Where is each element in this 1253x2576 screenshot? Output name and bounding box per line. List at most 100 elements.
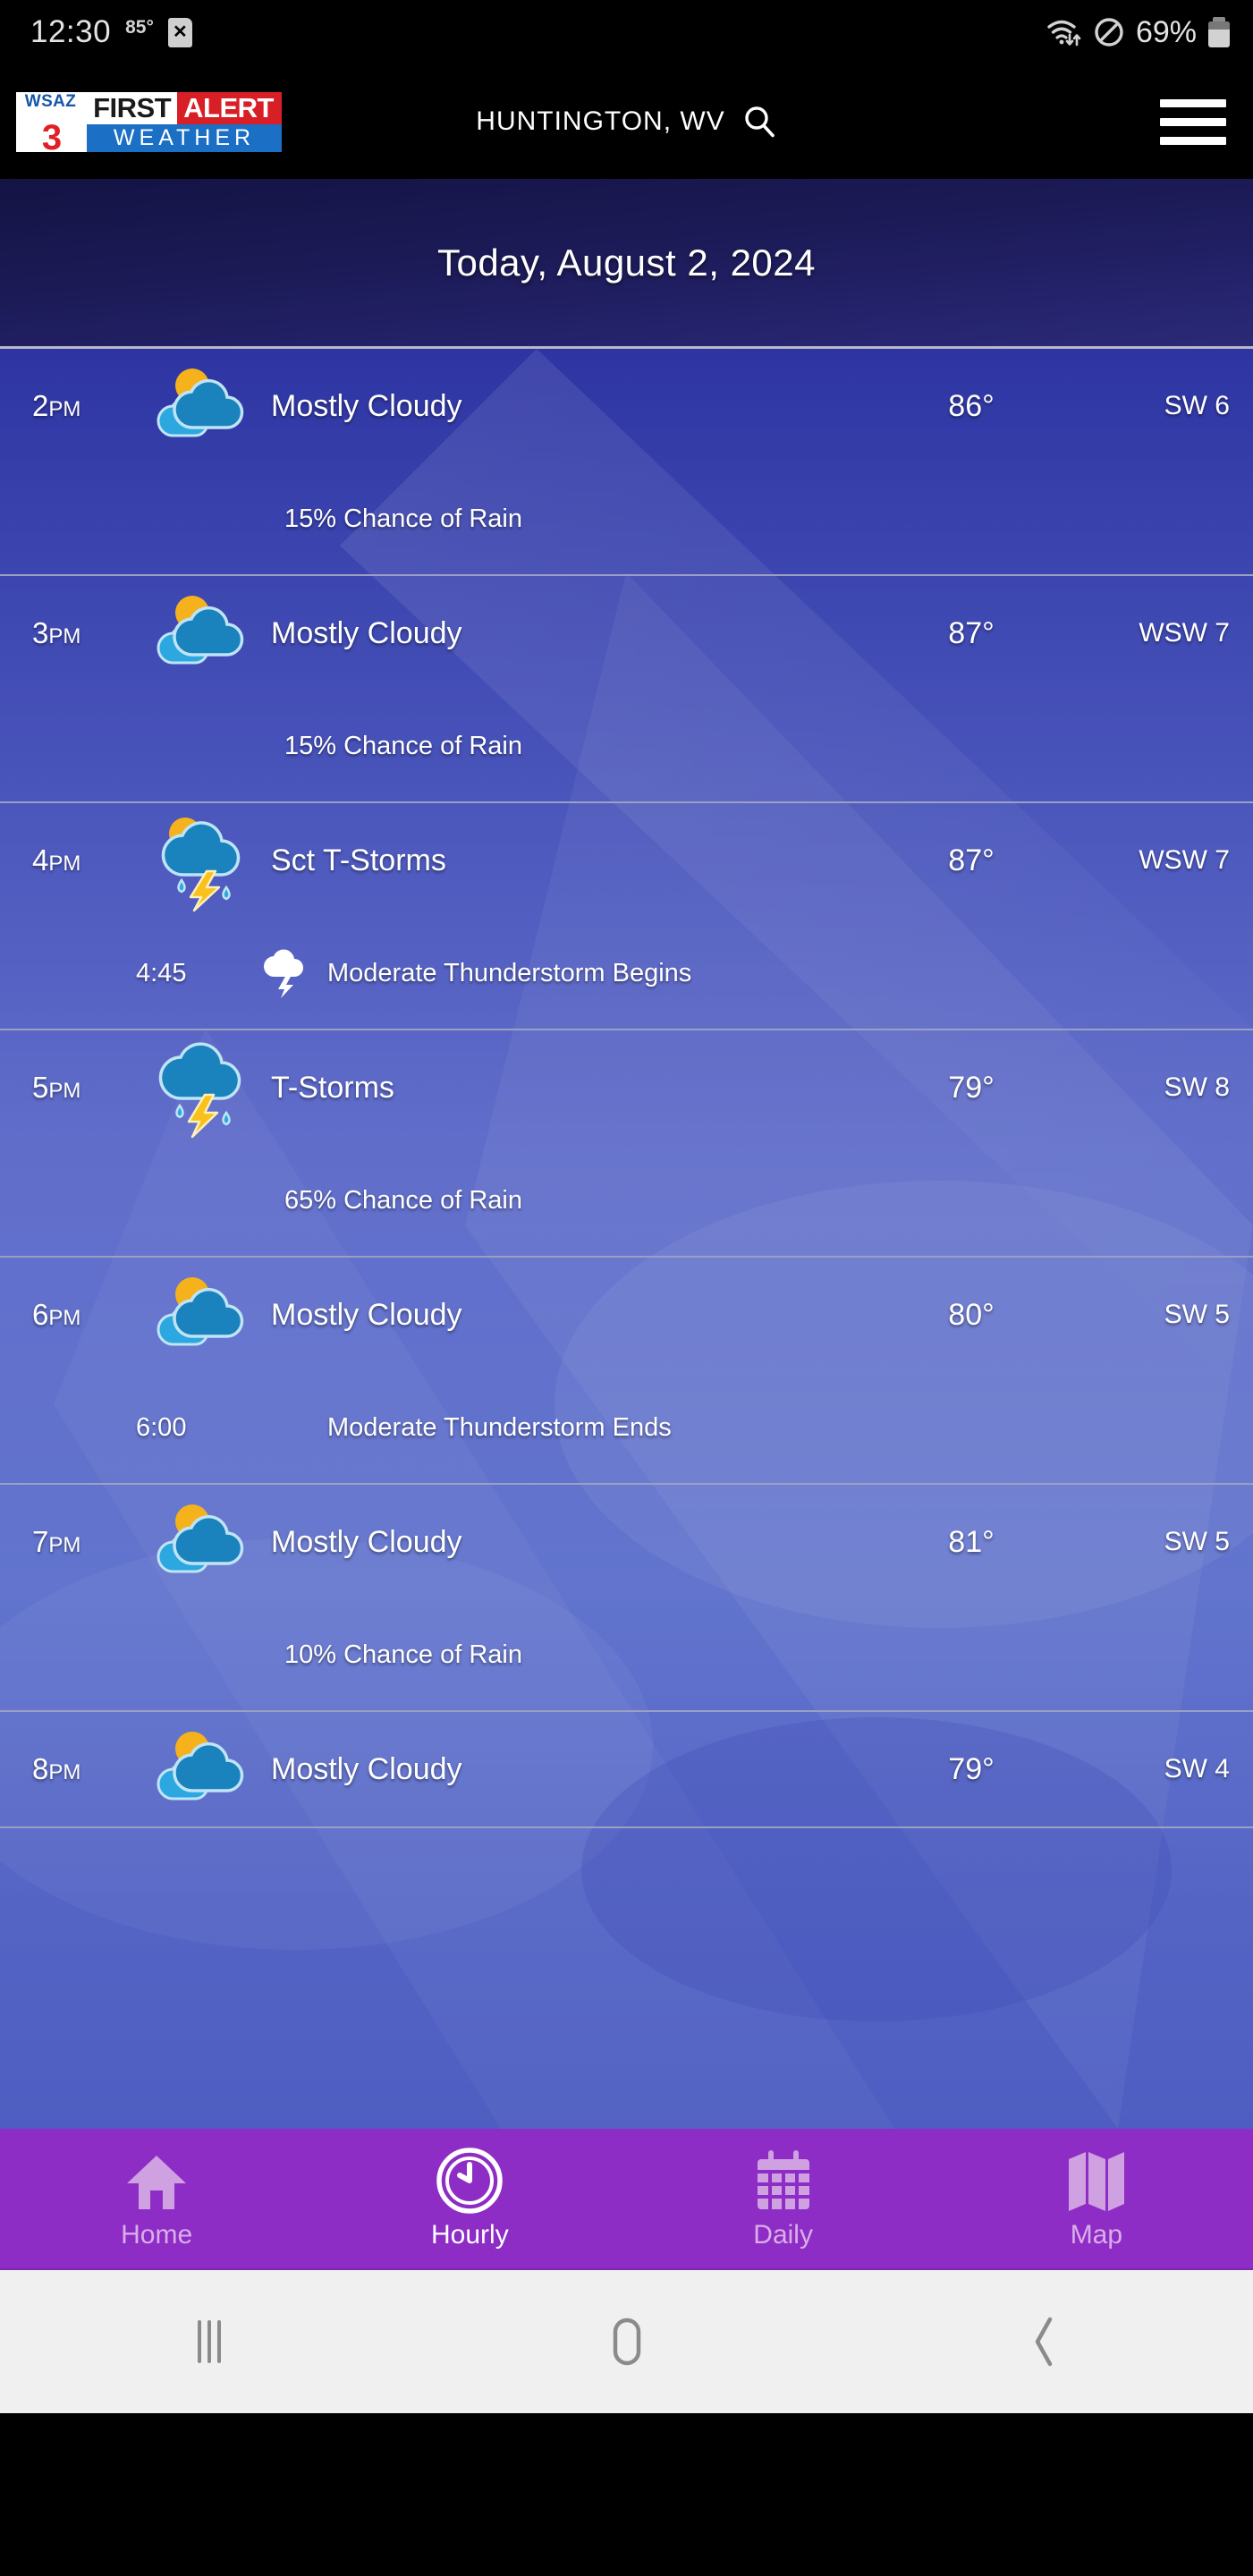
nav-label-daily: Daily — [753, 2220, 813, 2250]
alert-label: Moderate Thunderstorm Ends — [327, 1412, 672, 1442]
hour-condition: Sct T-Storms — [271, 843, 446, 877]
hourly-row[interactable]: 2PM Mostly Cloudy 86° SW 6 15% Chance of Rai… — [0, 349, 1253, 576]
page-title: Today, August 2, 2024 — [436, 241, 817, 284]
hour-time-ampm: PM — [48, 1306, 81, 1330]
chance-of-rain-row: 15% Chance of Rain — [0, 463, 1253, 574]
app-screen: 12:30 85° 69% — [0, 0, 1253, 2576]
partly-cloudy-icon — [148, 587, 260, 680]
hourly-forecast-list[interactable]: 2PM Mostly Cloudy 86° SW 6 15% Chance of Rai… — [0, 349, 1253, 2129]
logo-bottom-row: 3 WEATHER — [16, 120, 282, 156]
partly-cloudy-icon — [148, 1496, 260, 1589]
thunderstorm-icon — [148, 1036, 260, 1140]
hourly-row[interactable]: 3PM Mostly Cloudy 87° WSW 7 15% Chance of Ra… — [0, 576, 1253, 803]
partly-cloudy-icon — [148, 1268, 260, 1361]
hour-temperature: 81° — [948, 1524, 995, 1559]
hourly-row[interactable]: 5PM T-Storms 79° SW 8 65% Chance of Rain — [0, 1030, 1253, 1258]
chance-of-rain-label: 15% Chance of Rain — [284, 731, 522, 760]
hour-temperature: 79° — [948, 1070, 995, 1105]
date-header: Today, August 2, 2024 — [0, 179, 1253, 349]
wsaz-first-alert-weather-logo[interactable]: WSAZ FIRST ALERT 3 WEATHER — [16, 91, 282, 156]
hour-wind: SW 4 — [1164, 1754, 1230, 1784]
hour-time: 3PM — [32, 616, 148, 650]
search-icon[interactable] — [741, 104, 777, 140]
hour-wind: WSW 7 — [1139, 845, 1230, 875]
alert-time: 6:00 — [136, 1412, 187, 1442]
sct-thunderstorm-icon — [161, 818, 240, 912]
hour-time: 6PM — [32, 1298, 148, 1332]
map-icon — [1065, 2147, 1128, 2215]
thunderstorm-alert-icon — [245, 948, 327, 998]
app-bottom-navigation[interactable]: Home Hourly Daily Map — [0, 2129, 1253, 2270]
hour-time-ampm: PM — [48, 1533, 81, 1557]
hour-time: 7PM — [32, 1525, 148, 1559]
hourly-row-main: 5PM T-Storms 79° SW 8 — [0, 1030, 1253, 1145]
partly-cloudy-icon — [157, 1732, 243, 1801]
logo-channel-number: 3 — [16, 120, 87, 156]
partly-cloudy-icon — [157, 1277, 243, 1346]
hour-temperature: 86° — [948, 388, 995, 423]
hour-time-number: 8 — [32, 1752, 49, 1785]
hour-temperature: 79° — [948, 1751, 995, 1786]
hour-temperature: 87° — [948, 843, 995, 877]
home-circle-icon[interactable] — [418, 2312, 835, 2371]
logo-weather-text: WEATHER — [87, 123, 282, 152]
hour-time-number: 2 — [32, 389, 49, 422]
weather-alert-row: 4:45 Moderate Thunderstorm Begins — [0, 918, 1253, 1029]
hour-wind: SW 6 — [1164, 391, 1230, 420]
hour-condition: Mostly Cloudy — [271, 615, 462, 650]
hourly-row-main: 2PM Mostly Cloudy 86° SW 6 — [0, 349, 1253, 463]
current-location-label[interactable]: HUNTINGTON, WV — [476, 106, 724, 137]
status-clock: 12:30 — [30, 14, 112, 49]
logo-alert-text: ALERT — [177, 91, 282, 124]
system-status-bar: 12:30 85° 69% — [0, 0, 1253, 64]
partly-cloudy-icon — [157, 1504, 243, 1573]
hourly-row-main: 8PM Mostly Cloudy 79° SW 4 — [0, 1712, 1253, 1826]
hour-time: 8PM — [32, 1752, 148, 1786]
chance-of-rain-row: 10% Chance of Rain — [0, 1599, 1253, 1710]
nav-item-map[interactable]: Map — [940, 2147, 1253, 2250]
nav-item-hourly[interactable]: Hourly — [313, 2147, 626, 2250]
back-chevron-icon[interactable] — [835, 2312, 1253, 2371]
hour-condition: Mostly Cloudy — [271, 1297, 462, 1332]
partly-cloudy-icon — [157, 596, 243, 665]
hour-condition: T-Storms — [271, 1070, 394, 1105]
chance-of-rain-row: 65% Chance of Rain — [0, 1145, 1253, 1256]
hourly-rows-container: 2PM Mostly Cloudy 86° SW 6 15% Chance of Rai… — [0, 349, 1253, 1828]
hour-condition: Mostly Cloudy — [271, 1524, 462, 1559]
android-system-navigation[interactable] — [0, 2270, 1253, 2413]
logo-station-text: WSAZ — [24, 91, 77, 111]
hourly-row[interactable]: 7PM Mostly Cloudy 81° SW 5 10% Chance of Rai… — [0, 1485, 1253, 1712]
hour-wind: SW 5 — [1164, 1527, 1230, 1556]
hourly-row[interactable]: 6PM Mostly Cloudy 80° SW 5 6:00 Moderate Thun… — [0, 1258, 1253, 1485]
hour-time-number: 6 — [32, 1298, 49, 1331]
hour-time: 2PM — [32, 389, 148, 423]
status-bar-left: 12:30 85° — [30, 14, 192, 50]
sd-card-error-icon — [167, 17, 192, 47]
recents-icon[interactable] — [0, 2313, 418, 2370]
hour-temperature: 87° — [948, 615, 995, 650]
hour-time-ampm: PM — [48, 1079, 81, 1103]
hour-time: 4PM — [32, 843, 148, 877]
hourly-row-main: 3PM Mostly Cloudy 87° WSW 7 — [0, 576, 1253, 691]
clock-icon — [436, 2147, 504, 2215]
weather-alert-row: 6:00 Moderate Thunderstorm Ends — [0, 1372, 1253, 1483]
do-not-disturb-icon — [1094, 17, 1124, 47]
status-temperature: 85° — [125, 17, 154, 38]
hourly-row[interactable]: 8PM Mostly Cloudy 79° SW 4 — [0, 1712, 1253, 1828]
partly-cloudy-icon — [148, 1723, 260, 1816]
nav-item-home[interactable]: Home — [0, 2147, 313, 2250]
hour-wind: SW 5 — [1164, 1300, 1230, 1329]
battery-percent: 69% — [1135, 14, 1197, 49]
hour-time-ampm: PM — [48, 852, 81, 876]
nav-item-daily[interactable]: Daily — [627, 2147, 940, 2250]
alert-label: Moderate Thunderstorm Begins — [327, 958, 692, 987]
chance-of-rain-label: 15% Chance of Rain — [284, 504, 522, 533]
hourly-row[interactable]: 4PM Sct T-Storms 87° WSW 7 4:45 Moderate Thun… — [0, 803, 1253, 1030]
hour-time-number: 5 — [32, 1071, 49, 1104]
hour-time: 5PM — [32, 1071, 148, 1105]
wifi-data-transfer-icon — [1046, 17, 1082, 47]
hour-time-ampm: PM — [48, 397, 81, 421]
hamburger-menu-icon[interactable] — [1160, 98, 1226, 145]
hour-wind: WSW 7 — [1139, 618, 1230, 648]
hour-time-number: 4 — [32, 843, 49, 877]
